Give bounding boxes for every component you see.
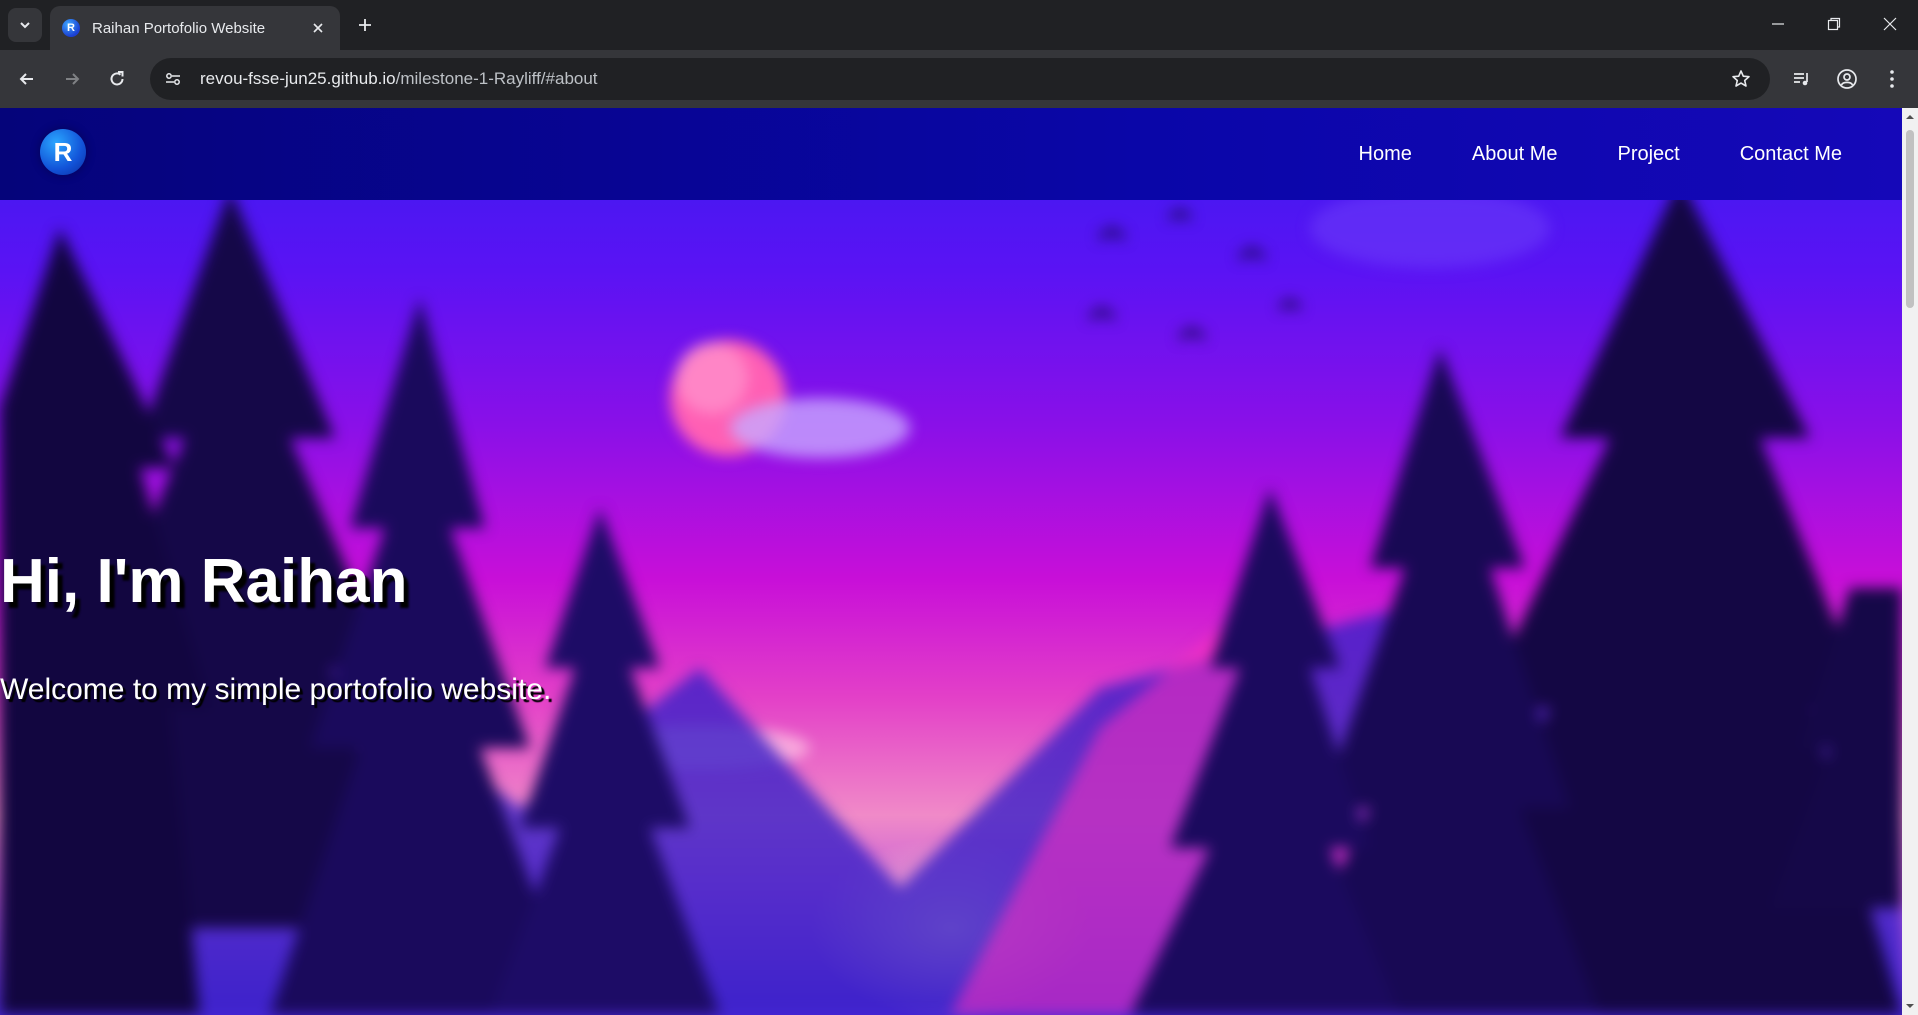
nav-link-project[interactable]: Project xyxy=(1617,143,1679,166)
scroll-thumb[interactable] xyxy=(1906,130,1914,308)
restore-icon xyxy=(1827,17,1841,31)
site-logo[interactable]: R xyxy=(40,129,86,175)
minimize-icon xyxy=(1772,23,1784,25)
back-icon xyxy=(19,73,33,85)
page-viewport: R Home About Me Project Contact Me Hi, I… xyxy=(0,108,1918,1015)
back-button[interactable] xyxy=(10,62,44,96)
forward-button[interactable] xyxy=(55,62,89,96)
star-icon xyxy=(1732,70,1750,87)
forward-icon xyxy=(66,73,80,85)
window-close-button[interactable] xyxy=(1862,0,1918,48)
nav-link-contact[interactable]: Contact Me xyxy=(1740,143,1842,166)
media-icon xyxy=(1794,73,1808,86)
window-close-icon xyxy=(1883,17,1897,31)
url-path: /milestone-1-Rayliff/#about xyxy=(395,69,598,88)
reload-button[interactable] xyxy=(100,62,134,96)
site-info-button[interactable] xyxy=(156,62,190,96)
bookmark-button[interactable] xyxy=(1724,62,1758,96)
url-host: revou-fsse-jun25.github.io xyxy=(200,69,396,88)
browser-toolbar: revou-fsse-jun25.github.io/milestone-1-R… xyxy=(0,50,1918,108)
hero-subtitle: Welcome to my simple portofolio website. xyxy=(0,673,552,706)
profile-icon xyxy=(1837,69,1857,89)
tab-search-button[interactable] xyxy=(8,8,42,42)
url-text: revou-fsse-jun25.github.io/milestone-1-R… xyxy=(200,69,598,89)
chevron-down-icon xyxy=(20,22,30,29)
site-info-icon xyxy=(166,73,180,85)
favicon: R xyxy=(62,19,80,37)
reload-icon xyxy=(110,71,124,86)
scroll-up-icon[interactable] xyxy=(1905,112,1915,122)
page-scrollbar[interactable] xyxy=(1902,108,1918,1015)
menu-icon xyxy=(1890,70,1894,88)
media-control-button[interactable] xyxy=(1785,62,1819,96)
address-bar[interactable]: revou-fsse-jun25.github.io/milestone-1-R… xyxy=(150,58,1770,100)
tab-close-button[interactable] xyxy=(308,18,328,38)
tab-strip: R Raihan Portofolio Website xyxy=(0,0,1918,50)
plus-icon xyxy=(359,19,371,31)
hero-section: R Home About Me Project Contact Me Hi, I… xyxy=(0,108,1902,1015)
nav-link-home[interactable]: Home xyxy=(1359,143,1412,166)
site-navbar: R Home About Me Project Contact Me xyxy=(0,108,1902,200)
tab-title: Raihan Portofolio Website xyxy=(92,19,266,37)
profile-button[interactable] xyxy=(1830,62,1864,96)
new-tab-button[interactable] xyxy=(352,12,378,38)
scroll-down-icon[interactable] xyxy=(1905,1001,1915,1011)
hero-title: Hi, I'm Raihan xyxy=(0,547,408,616)
close-icon xyxy=(313,23,323,33)
nav-link-about[interactable]: About Me xyxy=(1472,143,1558,166)
browser-menu-button[interactable] xyxy=(1875,62,1909,96)
active-tab[interactable]: R Raihan Portofolio Website xyxy=(50,6,340,50)
nav-links: Home About Me Project Contact Me xyxy=(1359,108,1842,200)
minimize-button[interactable] xyxy=(1750,0,1806,48)
restore-button[interactable] xyxy=(1806,0,1862,48)
